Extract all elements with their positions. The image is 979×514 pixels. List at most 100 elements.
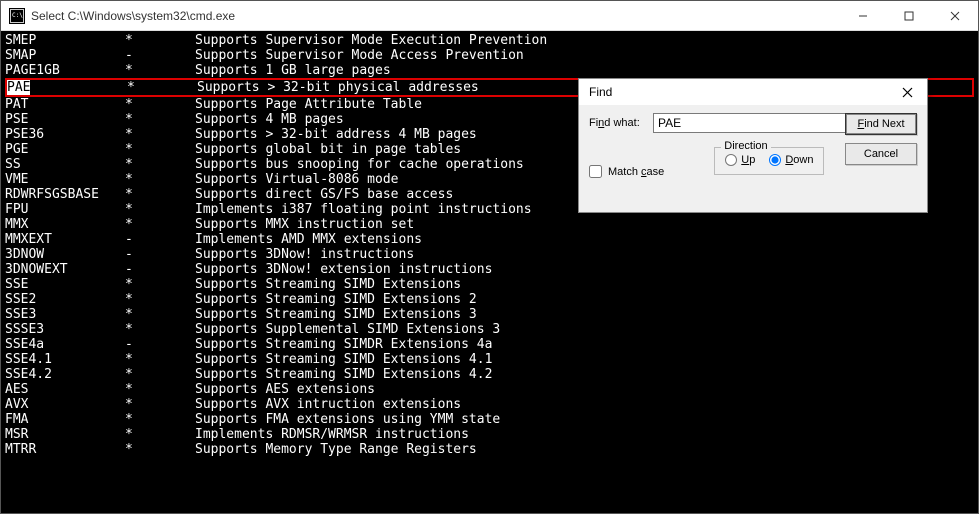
- console-row: AES*Supports AES extensions: [5, 382, 974, 397]
- feature-desc: Implements AMD MMX extensions: [195, 232, 422, 247]
- feature-name: PAT: [5, 97, 125, 112]
- feature-name: SMEP: [5, 33, 125, 48]
- feature-flag: *: [125, 127, 195, 142]
- feature-desc: Supports Streaming SIMD Extensions 3: [195, 307, 477, 322]
- feature-name: SSE4.2: [5, 367, 125, 382]
- console-row: SMEP*Supports Supervisor Mode Execution …: [5, 33, 974, 48]
- close-button[interactable]: [932, 1, 978, 31]
- feature-flag: *: [125, 397, 195, 412]
- feature-flag: *: [125, 33, 195, 48]
- feature-desc: Supports Streaming SIMD Extensions 2: [195, 292, 477, 307]
- feature-desc: Supports Memory Type Range Registers: [195, 442, 477, 457]
- feature-desc: Supports Streaming SIMDR Extensions 4a: [195, 337, 492, 352]
- feature-flag: *: [125, 277, 195, 292]
- console-row: PAGE1GB*Supports 1 GB large pages: [5, 63, 974, 78]
- feature-flag: *: [125, 172, 195, 187]
- feature-flag: -: [125, 262, 195, 277]
- feature-flag: *: [125, 187, 195, 202]
- match-case-input[interactable]: [589, 165, 602, 178]
- feature-name: AVX: [5, 397, 125, 412]
- feature-name: FMA: [5, 412, 125, 427]
- feature-name: PAE: [7, 80, 127, 95]
- feature-desc: Supports 3DNow! extension instructions: [195, 262, 492, 277]
- feature-desc: Supports > 32-bit address 4 MB pages: [195, 127, 477, 142]
- find-close-button[interactable]: [893, 81, 921, 103]
- feature-desc: Supports Streaming SIMD Extensions: [195, 277, 461, 292]
- cmd-icon: C:\: [9, 8, 25, 24]
- feature-name: SMAP: [5, 48, 125, 63]
- console-row: MTRR*Supports Memory Type Range Register…: [5, 442, 974, 457]
- feature-flag: *: [125, 427, 195, 442]
- find-titlebar[interactable]: Find: [579, 79, 927, 105]
- feature-flag: -: [125, 48, 195, 63]
- window-title: Select C:\Windows\system32\cmd.exe: [31, 9, 235, 23]
- feature-desc: Supports global bit in page tables: [195, 142, 461, 157]
- direction-up-radio[interactable]: Up: [725, 154, 755, 166]
- feature-flag: *: [125, 352, 195, 367]
- direction-group: Direction Up Down: [714, 147, 824, 175]
- console-row: SSE*Supports Streaming SIMD Extensions: [5, 277, 974, 292]
- feature-flag: -: [125, 232, 195, 247]
- match-case-checkbox[interactable]: Match case: [589, 165, 664, 178]
- console-row: SSSE3*Supports Supplemental SIMD Extensi…: [5, 322, 974, 337]
- feature-flag: -: [125, 337, 195, 352]
- console-row: FMA*Supports FMA extensions using YMM st…: [5, 412, 974, 427]
- feature-name: 3DNOW: [5, 247, 125, 262]
- feature-flag: *: [125, 202, 195, 217]
- feature-desc: Supports AVX intruction extensions: [195, 397, 461, 412]
- feature-flag: *: [125, 292, 195, 307]
- feature-desc: Supports Virtual-8086 mode: [195, 172, 399, 187]
- console-row: SMAP-Supports Supervisor Mode Access Pre…: [5, 48, 974, 63]
- feature-name: SS: [5, 157, 125, 172]
- feature-desc: Supports Page Attribute Table: [195, 97, 422, 112]
- titlebar[interactable]: C:\ Select C:\Windows\system32\cmd.exe: [1, 1, 978, 31]
- feature-flag: -: [125, 247, 195, 262]
- feature-flag: *: [125, 307, 195, 322]
- find-title-text: Find: [589, 85, 612, 99]
- direction-down-radio[interactable]: Down: [769, 154, 813, 166]
- feature-name: RDWRFSGSBASE: [5, 187, 125, 202]
- feature-flag: *: [127, 80, 197, 95]
- feature-name: MMXEXT: [5, 232, 125, 247]
- feature-flag: *: [125, 382, 195, 397]
- feature-flag: *: [125, 322, 195, 337]
- feature-desc: Supports Supervisor Mode Execution Preve…: [195, 33, 547, 48]
- feature-desc: Supports Streaming SIMD Extensions 4.2: [195, 367, 492, 382]
- feature-desc: Supports MMX instruction set: [195, 217, 414, 232]
- feature-name: SSSE3: [5, 322, 125, 337]
- feature-flag: *: [125, 142, 195, 157]
- minimize-button[interactable]: [840, 1, 886, 31]
- feature-name: SSE4a: [5, 337, 125, 352]
- cancel-button[interactable]: Cancel: [845, 143, 917, 165]
- feature-desc: Implements i387 floating point instructi…: [195, 202, 532, 217]
- feature-desc: Supports 4 MB pages: [195, 112, 344, 127]
- find-dialog: Find Find what: Find Next Cancel Match c…: [578, 78, 928, 213]
- feature-desc: Supports Supervisor Mode Access Preventi…: [195, 48, 524, 63]
- console-row: MMX*Supports MMX instruction set: [5, 217, 974, 232]
- feature-flag: *: [125, 97, 195, 112]
- console-row: SSE3*Supports Streaming SIMD Extensions …: [5, 307, 974, 322]
- feature-flag: *: [125, 63, 195, 78]
- feature-name: 3DNOWEXT: [5, 262, 125, 277]
- feature-name: SSE3: [5, 307, 125, 322]
- feature-name: SSE4.1: [5, 352, 125, 367]
- console-row: MMXEXT-Implements AMD MMX extensions: [5, 232, 974, 247]
- feature-desc: Supports Streaming SIMD Extensions 4.1: [195, 352, 492, 367]
- feature-flag: *: [125, 412, 195, 427]
- feature-desc: Implements RDMSR/WRMSR instructions: [195, 427, 469, 442]
- direction-down-input[interactable]: [769, 154, 781, 166]
- feature-flag: *: [125, 442, 195, 457]
- feature-name: PGE: [5, 142, 125, 157]
- direction-legend: Direction: [721, 140, 770, 152]
- maximize-button[interactable]: [886, 1, 932, 31]
- feature-name: SSE: [5, 277, 125, 292]
- feature-name: AES: [5, 382, 125, 397]
- feature-desc: Supports direct GS/FS base access: [195, 187, 453, 202]
- feature-desc: Supports > 32-bit physical addresses: [197, 80, 479, 95]
- feature-desc: Supports FMA extensions using YMM state: [195, 412, 500, 427]
- feature-name: VME: [5, 172, 125, 187]
- feature-name: SSE2: [5, 292, 125, 307]
- direction-up-input[interactable]: [725, 154, 737, 166]
- feature-flag: *: [125, 367, 195, 382]
- find-next-button[interactable]: Find Next: [845, 113, 917, 135]
